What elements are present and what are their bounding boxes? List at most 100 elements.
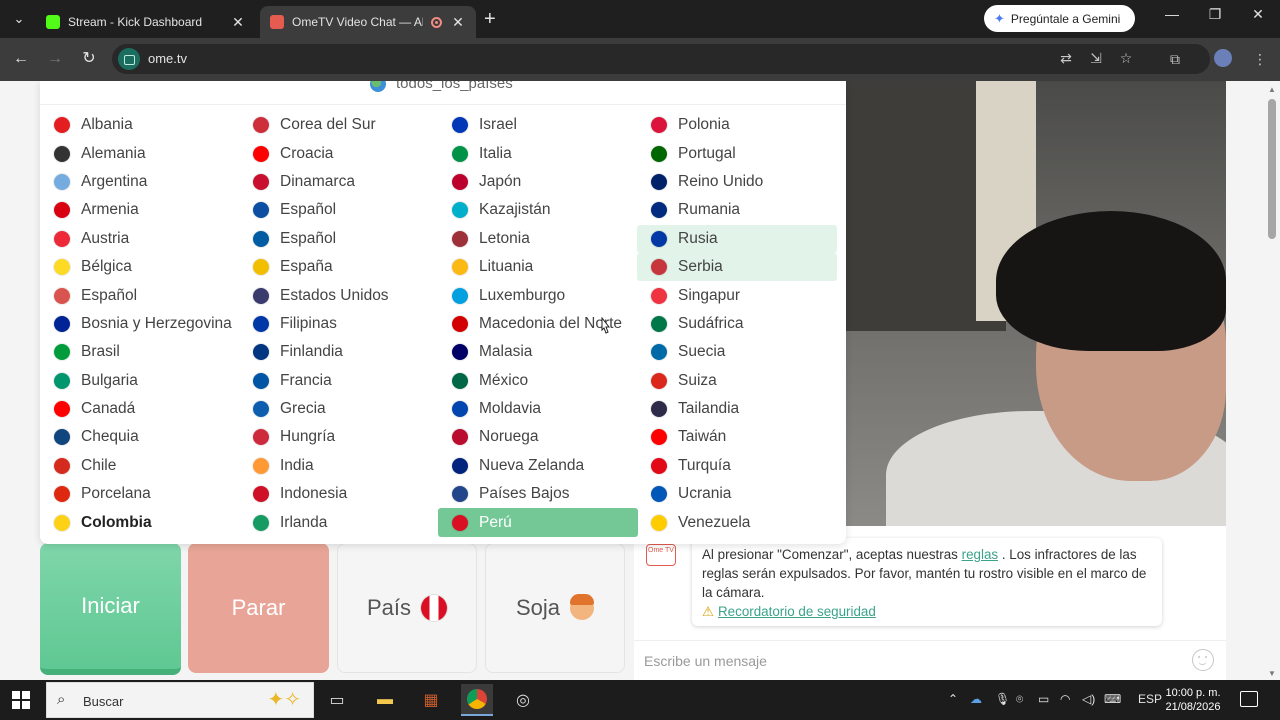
winrar-icon[interactable]: ▦ <box>415 684 447 716</box>
close-window-icon[interactable]: ✕ <box>1243 6 1273 23</box>
country-option[interactable]: Perú <box>438 508 638 537</box>
country-option[interactable]: Finlandia <box>239 338 439 366</box>
tray-chevron-icon[interactable]: ⌃ <box>948 692 958 706</box>
minimize-icon[interactable]: — <box>1157 6 1187 22</box>
country-option[interactable]: Albania <box>40 111 240 139</box>
gemini-button[interactable]: ✦ Pregúntale a Gemini <box>984 5 1135 32</box>
country-option[interactable]: Brasil <box>40 338 240 366</box>
tab-ometv[interactable]: OmeTV Video Chat — Altern ✕ <box>260 6 476 38</box>
page-scrollbar[interactable]: ▲ ▼ <box>1264 81 1280 680</box>
country-option[interactable]: Sudáfrica <box>637 310 837 338</box>
country-option[interactable]: Español <box>40 281 240 309</box>
country-option[interactable]: Nueva Zelanda <box>438 452 638 480</box>
profile-avatar-icon[interactable] <box>1214 49 1232 67</box>
country-option[interactable]: Argentina <box>40 168 240 196</box>
country-option[interactable]: Kazajistán <box>438 196 638 224</box>
country-option[interactable]: Japón <box>438 168 638 196</box>
country-option[interactable]: Luxemburgo <box>438 281 638 309</box>
country-option[interactable]: Países Bajos <box>438 480 638 508</box>
country-option[interactable]: Dinamarca <box>239 168 439 196</box>
country-option[interactable]: Chile <box>40 452 240 480</box>
all-countries-option[interactable]: todos_los_países <box>370 81 513 92</box>
country-option[interactable]: Noruega <box>438 423 638 451</box>
notifications-icon[interactable] <box>1240 691 1258 707</box>
new-tab-plus-icon[interactable]: + <box>484 8 496 30</box>
country-option[interactable]: Reino Unido <box>637 168 837 196</box>
country-option[interactable]: Armenia <box>40 196 240 224</box>
forward-arrow-icon[interactable]: → <box>44 48 66 70</box>
volume-icon[interactable]: ◁) <box>1082 692 1095 706</box>
webcam-tray-icon[interactable]: ⌾ <box>1016 692 1023 707</box>
install-app-icon[interactable]: ⇲ <box>1086 48 1106 68</box>
tab-kick-dashboard[interactable]: Stream - Kick Dashboard ✕ <box>36 6 256 38</box>
country-option[interactable]: Ucrania <box>637 480 837 508</box>
taskbar-search[interactable]: ⌕ Buscar ✦✧ <box>46 682 314 718</box>
country-option[interactable]: Moldavia <box>438 395 638 423</box>
country-option[interactable]: Turquía <box>637 452 837 480</box>
site-info-icon[interactable] <box>118 48 140 70</box>
country-option[interactable]: Canadá <box>40 395 240 423</box>
country-option[interactable]: Portugal <box>637 139 837 167</box>
country-option[interactable]: Venezuela <box>637 508 837 536</box>
onedrive-icon[interactable]: ☁ <box>970 692 982 706</box>
translate-icon[interactable]: ⇄ <box>1056 48 1076 68</box>
stop-button[interactable]: Parar <box>188 543 329 673</box>
country-option[interactable]: Francia <box>239 367 439 395</box>
emoji-smiley-icon[interactable] <box>1192 649 1214 671</box>
country-option[interactable]: Serbia <box>637 252 837 282</box>
language-indicator[interactable]: ESP <box>1138 692 1162 706</box>
keyboard-icon[interactable]: ⌨ <box>1104 692 1121 706</box>
country-option[interactable]: Suiza <box>637 367 837 395</box>
scrollbar-thumb[interactable] <box>1268 99 1276 239</box>
country-option[interactable]: Rusia <box>637 224 837 253</box>
start-button[interactable]: Iniciar <box>40 543 181 675</box>
address-bar[interactable]: ome.tv ⇄ ⇲ ☆ <box>112 44 1210 74</box>
country-option[interactable]: Italia <box>438 139 638 167</box>
tab-close-icon[interactable]: ✕ <box>450 14 466 31</box>
reload-icon[interactable]: ↻ <box>78 48 100 70</box>
country-option[interactable]: Porcelana <box>40 480 240 508</box>
battery-icon[interactable]: ▭ <box>1038 692 1049 706</box>
country-option[interactable]: Grecia <box>239 395 439 423</box>
country-option[interactable]: Bélgica <box>40 253 240 281</box>
extensions-icon[interactable]: ⧉ <box>1165 49 1185 69</box>
restore-icon[interactable]: ❐ <box>1200 6 1230 23</box>
country-option[interactable]: Letonia <box>438 225 638 253</box>
chrome-icon[interactable] <box>461 684 493 716</box>
wifi-icon[interactable]: ◠ <box>1060 692 1070 706</box>
gender-button[interactable]: Soja <box>485 543 625 673</box>
task-view-icon[interactable]: ▭ <box>321 684 353 716</box>
back-arrow-icon[interactable]: ← <box>10 48 32 70</box>
scroll-up-arrow-icon[interactable]: ▲ <box>1268 85 1276 94</box>
country-option[interactable]: Alemania <box>40 139 240 167</box>
file-explorer-icon[interactable]: ▬ <box>369 684 401 716</box>
country-option[interactable]: España <box>239 253 439 281</box>
country-option[interactable]: Filipinas <box>239 310 439 338</box>
country-option[interactable]: Bulgaria <box>40 367 240 395</box>
country-button[interactable]: País <box>337 543 477 673</box>
country-option[interactable]: Taiwán <box>637 423 837 451</box>
country-option[interactable]: India <box>239 452 439 480</box>
country-option[interactable]: Israel <box>438 111 638 139</box>
country-option[interactable]: Singapur <box>637 281 837 309</box>
country-option[interactable]: Bosnia y Herzegovina <box>40 310 240 338</box>
taskbar-clock[interactable]: 10:00 p. m. 21/08/2026 <box>1160 686 1226 714</box>
country-option[interactable]: Croacia <box>239 139 439 167</box>
tab-close-icon[interactable]: ✕ <box>230 14 246 31</box>
message-input[interactable]: Escribe un mensaje <box>634 640 1226 680</box>
country-option[interactable]: Irlanda <box>239 508 439 536</box>
country-option[interactable]: Rumania <box>637 196 837 224</box>
country-option[interactable]: Corea del Sur <box>239 111 439 139</box>
windows-start-icon[interactable] <box>12 691 30 709</box>
country-option[interactable]: Lituania <box>438 253 638 281</box>
more-menu-icon[interactable]: ⋮ <box>1250 49 1270 69</box>
country-option[interactable]: Chequia <box>40 423 240 451</box>
country-option[interactable]: Malasia <box>438 338 638 366</box>
country-option[interactable]: Tailandia <box>637 395 837 423</box>
bookmark-star-icon[interactable]: ☆ <box>1116 48 1136 68</box>
country-option[interactable]: Austria <box>40 225 240 253</box>
country-option[interactable]: Indonesia <box>239 480 439 508</box>
country-option[interactable]: Colombia <box>40 508 240 536</box>
country-option[interactable]: Hungría <box>239 423 439 451</box>
country-option[interactable]: Español <box>239 225 439 253</box>
